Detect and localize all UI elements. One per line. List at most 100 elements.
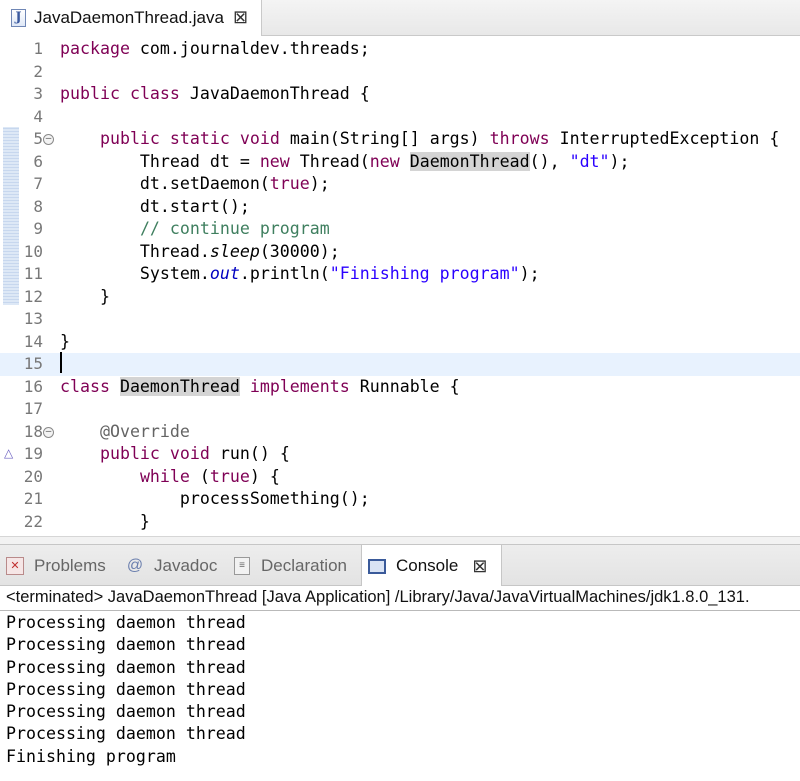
editor-tab-label: JavaDaemonThread.java (34, 8, 224, 27)
code-editor[interactable]: 1 package com.journaldev.threads; 2 3 public… (0, 36, 800, 536)
code-text: } (60, 511, 150, 533)
code-token: JavaDaemonThread { (179, 84, 370, 103)
code-token: System. (60, 264, 210, 283)
code-line[interactable]: 18 @Override – (0, 421, 800, 444)
line-number: 16 (23, 376, 43, 396)
code-token: (30000); (259, 241, 340, 261)
code-line[interactable]: 9 // continue program (0, 218, 800, 241)
code-line[interactable]: 2 (0, 61, 800, 84)
code-token: while (139, 466, 190, 486)
code-line[interactable]: 12 } (0, 286, 800, 309)
line-number: 10 (23, 241, 43, 261)
declaration-icon: ≡ (234, 557, 250, 575)
editor-horizontal-scrollbar[interactable] (0, 536, 800, 544)
code-line[interactable]: 21 processSomething(); (0, 488, 800, 511)
console-icon (368, 558, 386, 574)
code-token: ( (189, 466, 210, 486)
code-line[interactable]: 8 dt.start(); (0, 196, 800, 219)
console-output-line: Processing daemon thread (6, 613, 246, 632)
code-token: "Finishing program" (329, 264, 520, 283)
code-token: implements (249, 376, 350, 396)
code-text: public class JavaDaemonThread { (60, 83, 370, 105)
code-token: run() { (209, 444, 290, 463)
code-text: @Override (60, 421, 190, 443)
code-token: true (209, 466, 250, 486)
code-text: Thread dt = new Thread(new DaemonThread(… (60, 151, 630, 173)
code-text: processSomething(); (60, 488, 370, 510)
code-token: dt.start(); (60, 196, 250, 216)
line-number: 14 (23, 331, 43, 351)
code-token: DaemonThread (119, 376, 240, 396)
code-line[interactable]: 1 package com.journaldev.threads; (0, 38, 800, 61)
code-text: } (60, 286, 110, 308)
code-line[interactable]: 16 class DaemonThread implements Runnable… (0, 376, 800, 399)
line-number: 3 (33, 84, 43, 103)
code-token: Thread dt = (60, 151, 260, 171)
code-line[interactable]: 22 } (0, 511, 800, 534)
fold-collapse-icon[interactable]: – (43, 134, 54, 145)
code-token: DaemonThread (409, 151, 530, 171)
line-number: 4 (33, 106, 43, 126)
line-number: 17 (23, 399, 43, 418)
code-token: main(String[] args) (279, 129, 490, 148)
tab-declaration[interactable]: ≡ Declaration (233, 545, 347, 587)
code-token: @Override (99, 421, 190, 441)
code-token: package (60, 39, 130, 58)
code-token: dt.setDaemon( (60, 174, 270, 193)
code-line[interactable]: 6 Thread dt = new Thread(new DaemonThrea… (0, 151, 800, 174)
tab-javadoc-label: Javadoc (154, 556, 218, 575)
code-text: dt.setDaemon(true); (60, 173, 330, 195)
code-token: class (60, 376, 110, 396)
code-line[interactable]: 14} (0, 331, 800, 354)
tab-javadoc[interactable]: @ Javadoc (126, 545, 217, 587)
code-line[interactable]: 17 (0, 398, 800, 421)
code-line[interactable]: 7 dt.setDaemon(true); (0, 173, 800, 196)
editor-tab[interactable]: J JavaDaemonThread.java ⊠ (0, 0, 262, 36)
code-token: ) { (249, 466, 280, 486)
console-output-line: Processing daemon thread (6, 679, 246, 699)
code-token: public (99, 129, 160, 148)
tab-console[interactable]: Console ⊠ (361, 545, 503, 587)
code-line[interactable]: 15 (0, 353, 800, 376)
line-number: 13 (23, 309, 43, 328)
code-line[interactable]: 4 (0, 106, 800, 129)
code-line[interactable]: 10 Thread.sleep(30000); (0, 241, 800, 264)
tab-problems[interactable]: ✕ Problems (6, 545, 106, 587)
line-number: 21 (23, 489, 43, 508)
override-triangle-icon[interactable]: △ (4, 446, 13, 460)
tab-console-label: Console (396, 556, 459, 575)
code-token: class (129, 84, 180, 103)
line-number: 22 (23, 511, 43, 531)
code-token: .println( (239, 264, 330, 283)
code-token: // continue program (139, 219, 330, 238)
console-output: Processing daemon thread Processing daemo… (6, 612, 246, 768)
code-line[interactable]: 3 public class JavaDaemonThread { (0, 83, 800, 106)
line-number: 12 (23, 286, 43, 306)
console-view[interactable]: <terminated> JavaDaemonThread [Java Appl… (0, 586, 800, 781)
line-number: 1 (33, 39, 43, 58)
code-line[interactable]: 19 public void run() {△ (0, 443, 800, 466)
text-caret (60, 352, 62, 373)
code-line[interactable]: 20 while (true) { (0, 466, 800, 489)
line-number: 6 (33, 151, 43, 171)
code-token: true (269, 174, 310, 193)
code-line[interactable]: 11 System.out.println("Finishing program… (0, 263, 800, 286)
line-number: 18 (23, 421, 43, 441)
code-line[interactable]: 13 (0, 308, 800, 331)
fold-collapse-icon[interactable]: – (43, 426, 54, 438)
line-number: 11 (23, 264, 43, 283)
close-icon[interactable]: ⊠ (233, 7, 248, 28)
console-status: <terminated> JavaDaemonThread [Java Appl… (6, 588, 750, 606)
code-token: public (60, 84, 120, 103)
problems-icon: ✕ (6, 557, 24, 575)
code-text: Thread.sleep(30000); (60, 241, 340, 263)
line-number: 2 (33, 61, 43, 81)
code-token: (), (529, 151, 570, 171)
code-line[interactable]: 5 public static void main(String[] args)… (0, 128, 800, 151)
line-number: 5 (33, 129, 43, 148)
close-icon[interactable]: ⊠ (472, 556, 487, 577)
